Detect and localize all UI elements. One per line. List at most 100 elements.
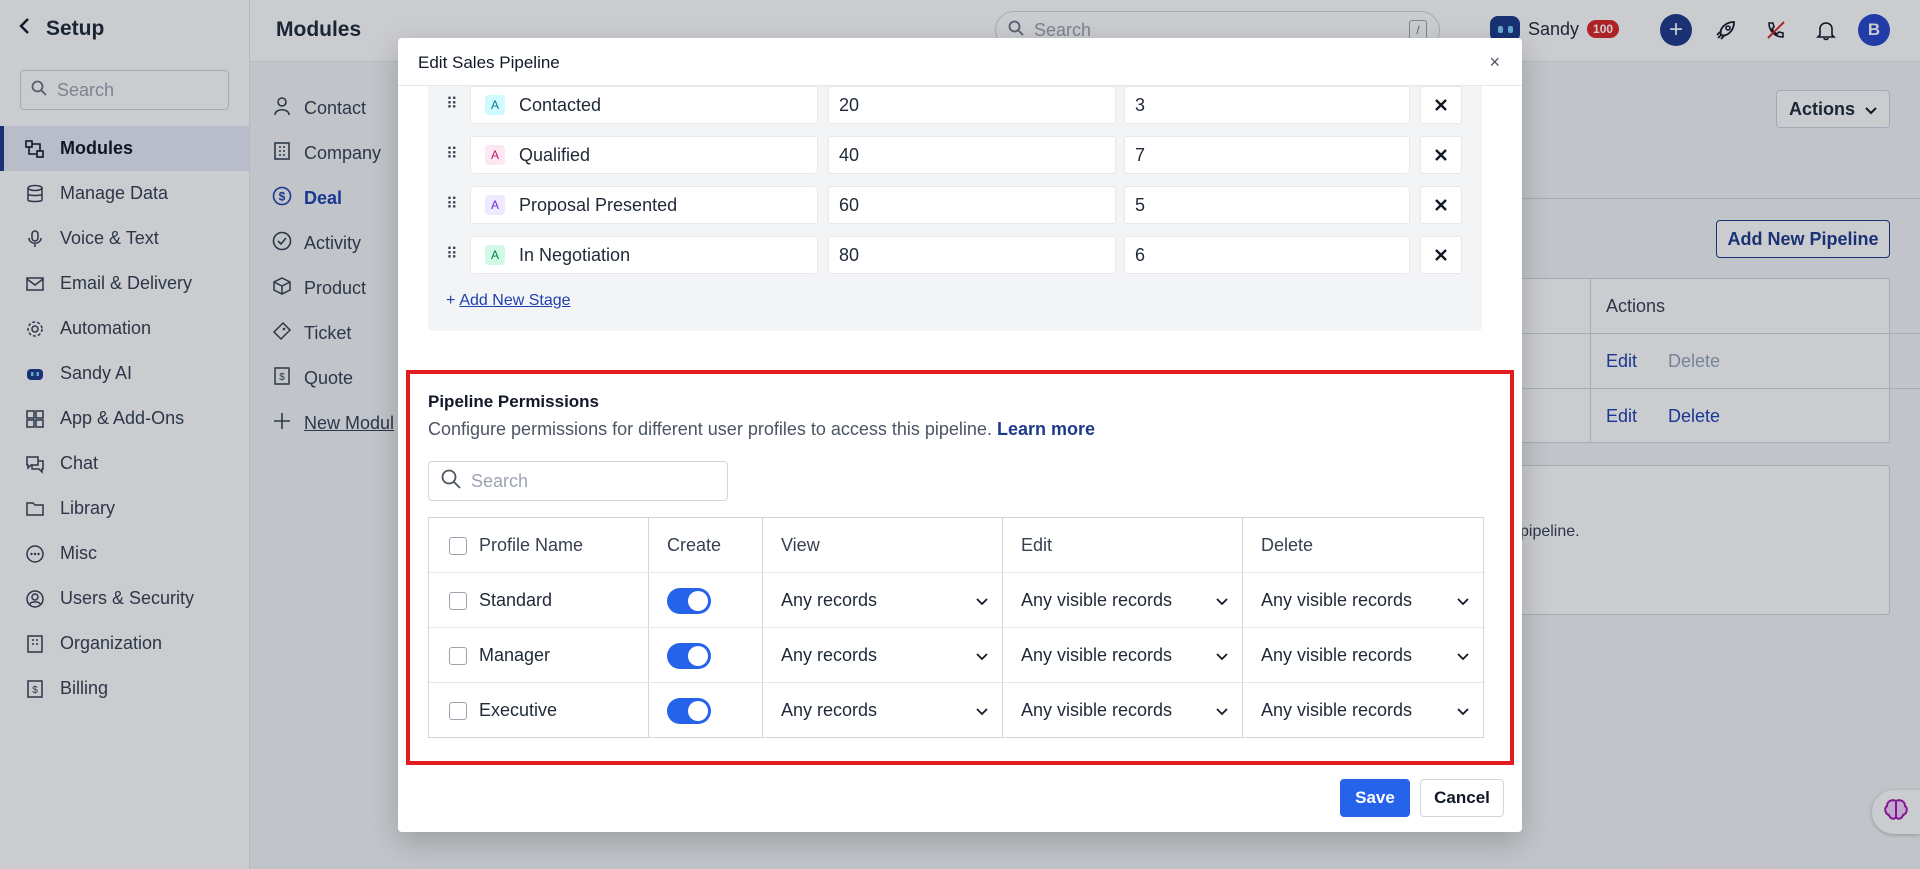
save-button[interactable]: Save <box>1340 779 1410 817</box>
close-icon <box>1435 95 1447 116</box>
column-header: Edit <box>1021 535 1053 555</box>
stage-days-input[interactable]: 7 <box>1124 136 1410 174</box>
stage-color-badge[interactable]: A <box>485 145 505 165</box>
stage-name-value: In Negotiation <box>519 244 631 265</box>
stage-probability-input[interactable]: 80 <box>828 236 1116 274</box>
chevron-down-icon <box>1214 593 1230 609</box>
edit-select-value: Any visible records <box>1021 590 1173 610</box>
create-cell <box>667 628 711 683</box>
stage-name-input[interactable]: A In Negotiation <box>470 236 818 274</box>
drag-handle-icon[interactable]: ⠿ <box>446 194 462 214</box>
drag-handle-icon[interactable]: ⠿ <box>446 144 462 164</box>
remove-stage-button[interactable] <box>1420 236 1462 274</box>
view-select[interactable]: Any records <box>763 683 1002 738</box>
column-header: Create <box>667 535 722 555</box>
permissions-search-input[interactable]: Search <box>428 461 728 501</box>
row-checkbox[interactable] <box>449 701 467 720</box>
modal-header: Edit Sales Pipeline × <box>398 38 1522 86</box>
view-select-value: Any records <box>781 700 878 720</box>
chevron-down-icon <box>974 703 990 719</box>
view-select-value: Any records <box>781 590 878 610</box>
edit-pipeline-modal: Edit Sales Pipeline × ⠿ A Contacted 20 3… <box>398 38 1522 832</box>
stage-row: ⠿ A In Negotiation 80 6 <box>446 236 1466 274</box>
permissions-search-placeholder: Search <box>471 470 529 491</box>
view-select[interactable]: Any records <box>763 573 1002 628</box>
delete-select-value: Any visible records <box>1261 590 1413 610</box>
edit-select[interactable]: Any visible records <box>1003 628 1242 683</box>
delete-select[interactable]: Any visible records <box>1243 573 1483 628</box>
select-all-checkbox[interactable] <box>449 536 467 555</box>
delete-select[interactable]: Any visible records <box>1243 683 1483 738</box>
table-header-row: Profile Name Create View Edit Delete <box>429 518 1483 573</box>
edit-select-value: Any visible records <box>1021 645 1173 665</box>
chevron-down-icon <box>974 648 990 664</box>
profile-name: Standard <box>479 590 553 610</box>
profile-header-cell: Profile Name <box>449 518 583 573</box>
table-row: Manager Any records Any visible records … <box>429 628 1483 683</box>
stage-probability-input[interactable]: 20 <box>828 86 1116 124</box>
learn-more-link[interactable]: Learn more <box>997 419 1095 439</box>
stage-name-value: Proposal Presented <box>519 194 678 215</box>
stage-days-input[interactable]: 5 <box>1124 186 1410 224</box>
chevron-down-icon <box>1214 648 1230 664</box>
create-toggle[interactable] <box>667 587 711 614</box>
stage-name-input[interactable]: A Contacted <box>470 86 818 124</box>
chevron-down-icon <box>1455 648 1471 664</box>
stage-color-badge[interactable]: A <box>485 195 505 215</box>
stage-name-input[interactable]: A Qualified <box>470 136 818 174</box>
edit-select[interactable]: Any visible records <box>1003 683 1242 738</box>
stage-name-value: Contacted <box>519 94 602 115</box>
delete-select[interactable]: Any visible records <box>1243 628 1483 683</box>
chevron-down-icon <box>974 593 990 609</box>
stage-days-input[interactable]: 6 <box>1124 236 1410 274</box>
chevron-down-icon <box>1455 593 1471 609</box>
row-checkbox[interactable] <box>449 646 467 665</box>
add-new-stage-label: Add New Stage <box>459 292 571 309</box>
delete-select-value: Any visible records <box>1261 645 1413 665</box>
stage-probability-input[interactable]: 40 <box>828 136 1116 174</box>
column-header: Profile Name <box>479 535 584 555</box>
delete-select-value: Any visible records <box>1261 700 1413 720</box>
stage-name-value: Qualified <box>519 144 591 165</box>
view-select[interactable]: Any records <box>763 628 1002 683</box>
profile-cell: Manager <box>449 628 550 683</box>
profile-cell: Standard <box>449 573 552 628</box>
permissions-description-text: Configure permissions for different user… <box>428 419 992 439</box>
plus-icon: + <box>446 292 456 309</box>
permissions-title: Pipeline Permissions <box>428 392 600 411</box>
drag-handle-icon[interactable]: ⠿ <box>446 244 462 264</box>
view-select-value: Any records <box>781 645 878 665</box>
permissions-table: Profile Name Create View Edit Delete Sta… <box>428 517 1484 738</box>
edit-select[interactable]: Any visible records <box>1003 573 1242 628</box>
profile-name: Executive <box>479 700 558 720</box>
modal-title: Edit Sales Pipeline <box>418 53 560 72</box>
close-icon[interactable]: × <box>1489 52 1500 73</box>
stage-color-badge[interactable]: A <box>485 245 505 265</box>
add-new-stage-link[interactable]: + Add New Stage <box>446 292 571 310</box>
stage-row: ⠿ A Qualified 40 7 <box>446 136 1466 174</box>
create-toggle[interactable] <box>667 642 711 669</box>
permissions-description: Configure permissions for different user… <box>428 419 1095 440</box>
remove-stage-button[interactable] <box>1420 86 1462 124</box>
drag-handle-icon[interactable]: ⠿ <box>446 94 462 114</box>
column-header: View <box>781 535 820 555</box>
remove-stage-button[interactable] <box>1420 136 1462 174</box>
create-toggle[interactable] <box>667 697 711 724</box>
search-icon <box>441 469 461 494</box>
remove-stage-button[interactable] <box>1420 186 1462 224</box>
close-icon <box>1435 195 1447 216</box>
stage-days-input[interactable]: 3 <box>1124 86 1410 124</box>
stage-probability-input[interactable]: 60 <box>828 186 1116 224</box>
cancel-button[interactable]: Cancel <box>1420 779 1504 817</box>
stage-name-input[interactable]: A Proposal Presented <box>470 186 818 224</box>
create-cell <box>667 683 711 738</box>
column-header: Delete <box>1261 535 1314 555</box>
create-cell <box>667 573 711 628</box>
profile-name: Manager <box>479 645 551 665</box>
stage-color-badge[interactable]: A <box>485 95 505 115</box>
profile-cell: Executive <box>449 683 557 738</box>
edit-select-value: Any visible records <box>1021 700 1173 720</box>
pipeline-permissions-section: Pipeline Permissions Configure permissio… <box>406 370 1514 765</box>
close-icon <box>1435 245 1447 266</box>
row-checkbox[interactable] <box>449 591 467 610</box>
